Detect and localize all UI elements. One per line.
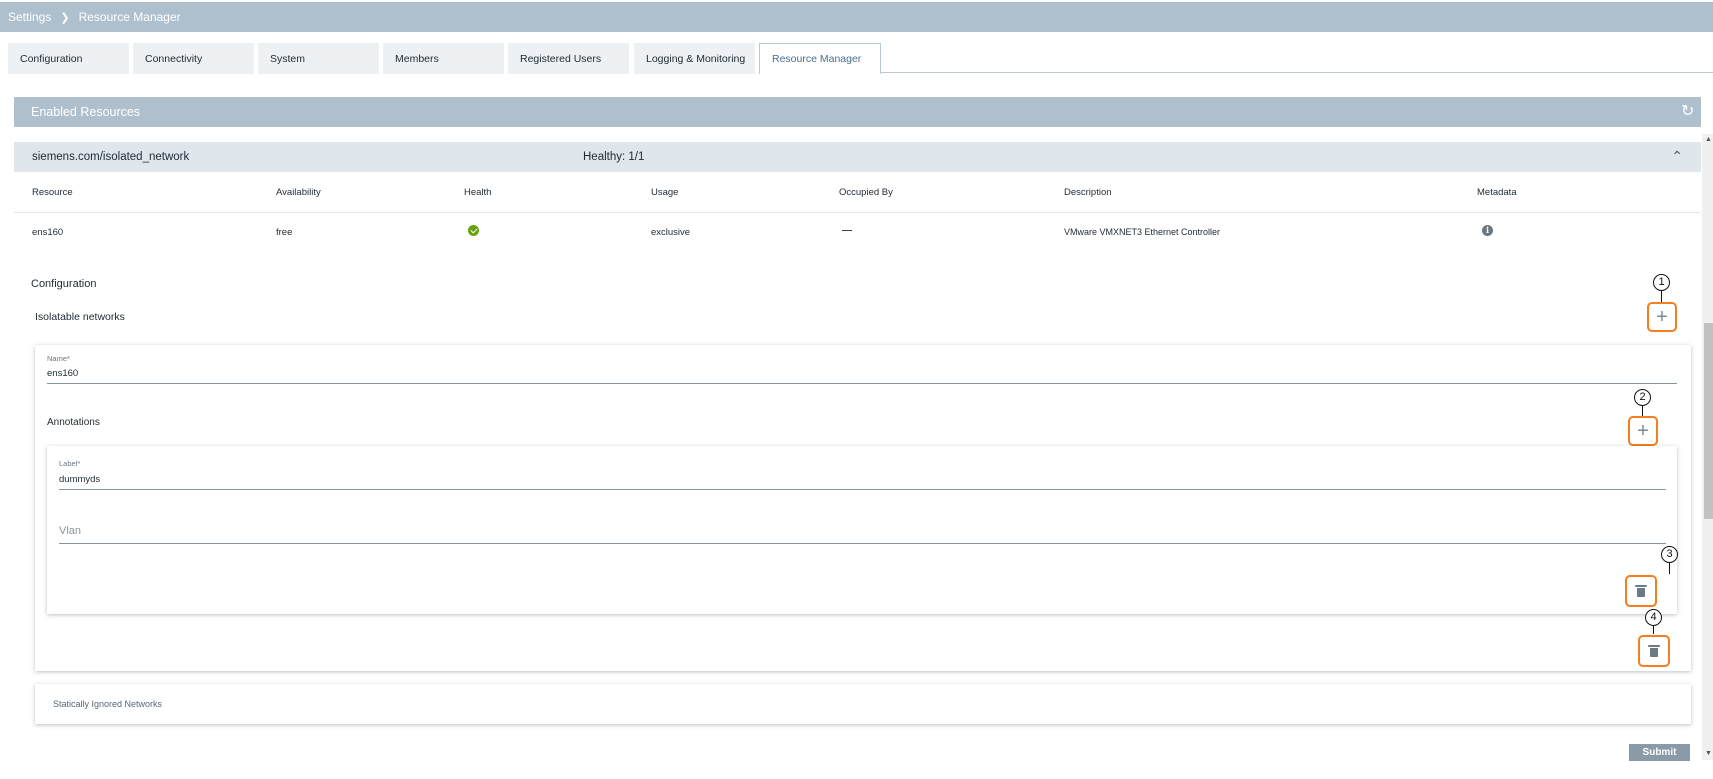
resource-group-health: Healthy: 1/1 [583, 151, 645, 163]
column-header-metadata: Metadata [1477, 187, 1517, 198]
add-isolatable-network-button[interactable]: + [1647, 302, 1677, 332]
column-header-usage: Usage [651, 187, 679, 198]
tab-members[interactable]: Members [383, 43, 504, 74]
column-header-occupied-by: Occupied By [839, 187, 893, 198]
label-field-label: Label* [59, 459, 81, 468]
health-ok-icon [468, 225, 479, 236]
label-field[interactable]: dummyds [59, 474, 100, 485]
scrollbar-thumb[interactable] [1704, 323, 1713, 519]
column-header-health: Health [464, 187, 492, 198]
breadcrumb-resource-manager: Resource Manager [78, 10, 181, 24]
resource-manager-page: Settings ❯ Resource Manager Configuratio… [0, 0, 1713, 779]
delete-isolatable-network-button[interactable] [1638, 635, 1670, 667]
isolatable-networks-title: Isolatable networks [35, 311, 125, 323]
cell-availability: free [276, 227, 293, 238]
statically-ignored-networks-card[interactable] [35, 684, 1691, 724]
breadcrumb-settings[interactable]: Settings [8, 10, 51, 24]
annotation-card [47, 446, 1677, 614]
column-header-availability: Availability [276, 187, 321, 198]
plus-icon: + [1637, 420, 1649, 442]
enabled-resources-title: Enabled Resources [31, 105, 141, 119]
tab-bar: Configuration Connectivity System Member… [0, 43, 1713, 74]
vlan-field[interactable]: Vlan [59, 525, 81, 537]
tab-connectivity[interactable]: Connectivity [133, 43, 254, 74]
name-field-label: Name* [47, 354, 70, 363]
delete-annotation-button[interactable] [1625, 575, 1657, 607]
callout-3-line [1669, 563, 1670, 574]
configuration-title: Configuration [31, 278, 97, 290]
column-header-resource: Resource [32, 187, 73, 198]
label-field-underline [59, 489, 1666, 490]
breadcrumb: Settings ❯ Resource Manager [0, 2, 1713, 32]
trash-icon [1635, 585, 1647, 597]
tab-system[interactable]: System [258, 43, 379, 74]
table-divider [14, 212, 1701, 213]
resource-group-name: siemens.com/isolated_network [32, 151, 190, 163]
tab-configuration[interactable]: Configuration [8, 43, 129, 74]
plus-icon: + [1656, 306, 1668, 328]
callout-2-line [1642, 406, 1643, 416]
callout-2: 2 [1634, 389, 1651, 406]
callout-1-line [1661, 291, 1662, 302]
callout-4-line [1653, 626, 1654, 634]
tab-resource-manager[interactable]: Resource Manager [759, 43, 881, 74]
callout-4: 4 [1645, 609, 1662, 626]
cell-resource: ens160 [32, 227, 64, 238]
tab-underline [880, 72, 1713, 73]
cell-occupied-by-empty [842, 230, 852, 231]
scroll-down-arrow-icon[interactable]: ▼ [1705, 750, 1712, 757]
refresh-icon[interactable]: ↻ [1681, 104, 1697, 120]
callout-3: 3 [1661, 546, 1678, 563]
scroll-up-arrow-icon[interactable]: ▲ [1705, 136, 1712, 143]
name-field-underline [47, 383, 1677, 384]
name-field[interactable]: ens160 [47, 368, 78, 379]
resource-group-row[interactable]: siemens.com/isolated_network Healthy: 1/… [14, 142, 1701, 172]
callout-1: 1 [1653, 274, 1670, 291]
column-header-description: Description [1064, 187, 1112, 198]
cell-usage: exclusive [651, 227, 691, 238]
chevron-up-icon[interactable]: ⌃ [1671, 148, 1683, 165]
submit-button[interactable]: Submit [1629, 744, 1690, 761]
tab-logging-monitoring[interactable]: Logging & Monitoring [634, 43, 755, 74]
trash-icon [1648, 645, 1660, 657]
tab-registered-users[interactable]: Registered Users [508, 43, 629, 74]
annotations-title: Annotations [47, 417, 100, 428]
vlan-field-underline [59, 543, 1666, 544]
statically-ignored-networks-title: Statically Ignored Networks [53, 699, 163, 709]
enabled-resources-header: Enabled Resources ↻ [14, 97, 1701, 127]
add-annotation-button[interactable]: + [1628, 416, 1658, 446]
chevron-right-icon: ❯ [60, 11, 70, 24]
info-icon[interactable]: i [1482, 225, 1493, 236]
cell-description: VMware VMXNET3 Ethernet Controller [1064, 227, 1221, 237]
